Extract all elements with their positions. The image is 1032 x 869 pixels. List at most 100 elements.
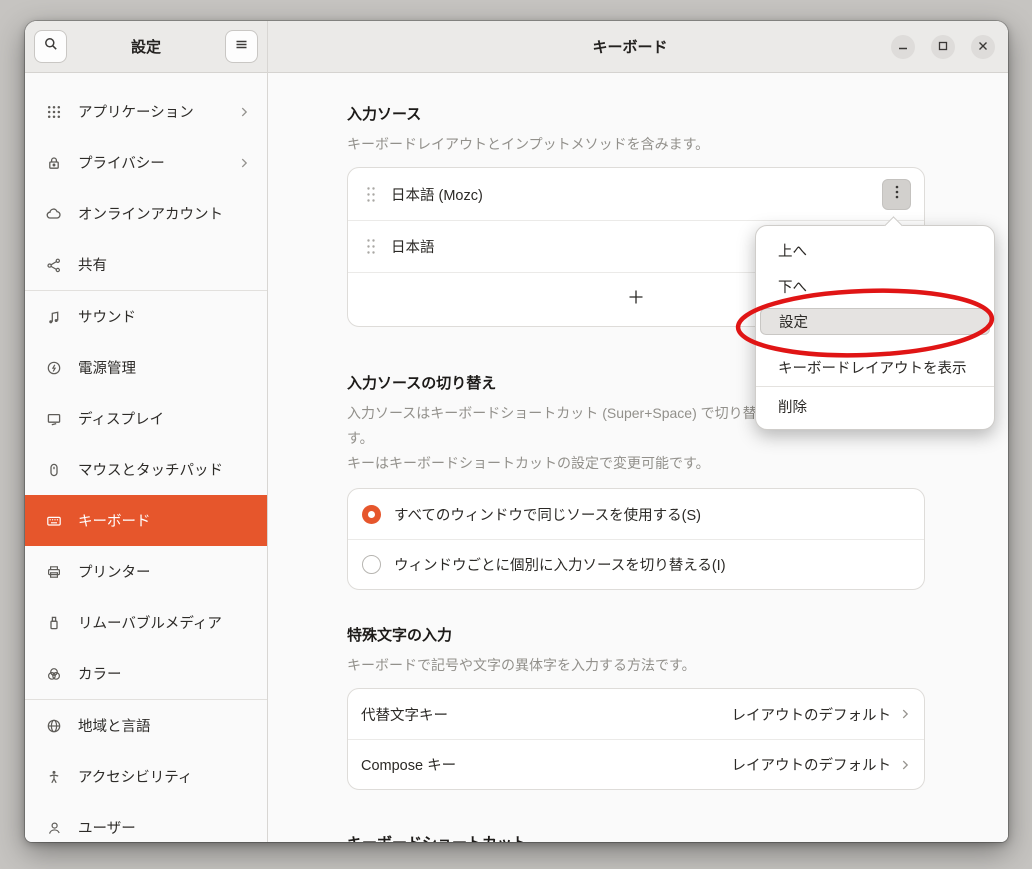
- drag-handle-icon[interactable]: [366, 186, 376, 203]
- row-value: レイアウトのデフォルト: [732, 754, 892, 775]
- hamburger-menu-icon: [234, 37, 249, 57]
- radio-option-label: すべてのウィンドウで同じソースを使用する(S): [394, 504, 701, 525]
- power-icon: [46, 359, 63, 376]
- close-icon: [978, 38, 988, 56]
- sidebar-item-display[interactable]: ディスプレイ: [25, 393, 267, 444]
- sidebar-title: 設定: [67, 36, 225, 57]
- search-icon: [43, 36, 59, 57]
- window-controls: [891, 35, 995, 59]
- sidebar-item-sharing[interactable]: 共有: [25, 239, 267, 290]
- menu-item-view-layout[interactable]: キーボードレイアウトを表示: [756, 348, 994, 386]
- sidebar-item-label: オンラインアカウント: [78, 203, 251, 224]
- radio-option-label: ウィンドウごとに個別に入力ソースを切り替える(I): [394, 554, 726, 575]
- chevron-right-icon: [237, 105, 251, 119]
- shortcuts-heading: キーボードショートカット: [347, 834, 925, 842]
- menu-item-move-down[interactable]: 下へ: [756, 268, 994, 304]
- settings-window: 設定 アプリケーション プライバシー オンラインアカウント: [25, 21, 1008, 842]
- more-options-button[interactable]: [882, 179, 911, 210]
- sidebar-item-online-accounts[interactable]: オンラインアカウント: [25, 188, 267, 239]
- sidebar-item-label: アプリケーション: [78, 101, 237, 122]
- close-button[interactable]: [971, 35, 995, 59]
- sidebar-item-power[interactable]: 電源管理: [25, 342, 267, 393]
- color-profile-icon: [46, 665, 63, 682]
- sidebar-item-label: キーボード: [78, 510, 251, 531]
- sidebar-item-label: アクセシビリティ: [78, 766, 251, 787]
- sidebar-item-printers[interactable]: プリンター: [25, 546, 267, 597]
- sidebar-item-privacy[interactable]: プライバシー: [25, 137, 267, 188]
- share-icon: [46, 256, 63, 273]
- maximize-icon: [938, 38, 948, 56]
- drag-handle-icon[interactable]: [366, 238, 376, 255]
- sidebar-item-label: リムーバブルメディア: [78, 612, 251, 633]
- sidebar-item-label: マウスとタッチパッド: [78, 459, 251, 480]
- sidebar-item-region-language[interactable]: 地域と言語: [25, 700, 267, 751]
- sidebar-item-label: 電源管理: [78, 357, 251, 378]
- sidebar-item-accessibility[interactable]: アクセシビリティ: [25, 751, 267, 802]
- sidebar-item-sound[interactable]: サウンド: [25, 291, 267, 342]
- sidebar-item-applications[interactable]: アプリケーション: [25, 86, 267, 137]
- input-sources-subtitle: キーボードレイアウトとインプットメソッドを含みます。: [347, 134, 925, 154]
- keyboard-icon: [46, 512, 63, 529]
- main-panel: キーボード 入力ソース キーボードレイアウトとインプットメソッドを含みます。 日…: [268, 21, 1008, 842]
- mouse-icon: [46, 461, 63, 478]
- sidebar-item-label: カラー: [78, 663, 251, 684]
- chevron-right-icon: [898, 758, 912, 772]
- printer-icon: [46, 563, 63, 580]
- sidebar-item-label: サウンド: [78, 306, 251, 327]
- row-label: Compose キー: [361, 754, 732, 775]
- input-source-context-menu: 上へ 下へ 設定 キーボードレイアウトを表示 削除: [755, 225, 995, 430]
- sidebar-item-label: 共有: [78, 254, 251, 275]
- sidebar-item-label: ユーザー: [78, 817, 251, 838]
- sidebar-item-label: ディスプレイ: [78, 408, 251, 429]
- chevron-right-icon: [237, 156, 251, 170]
- sidebar-item-label: 地域と言語: [78, 715, 251, 736]
- sidebar-nav: アプリケーション プライバシー オンラインアカウント 共有 サウンド: [25, 73, 267, 842]
- switching-description-line: キーはキーボードショートカットの設定で変更可能です。: [347, 451, 925, 476]
- menu-item-move-up[interactable]: 上へ: [756, 232, 994, 268]
- input-source-row[interactable]: 日本語 (Mozc): [348, 168, 924, 220]
- kebab-menu-icon: [895, 185, 899, 203]
- sidebar-item-label: プリンター: [78, 561, 251, 582]
- input-sources-heading: 入力ソース: [347, 105, 925, 125]
- main-header: キーボード: [268, 21, 1008, 73]
- app-grid-icon: [46, 103, 63, 120]
- sidebar-item-mouse[interactable]: マウスとタッチパッド: [25, 444, 267, 495]
- menu-item-preferences[interactable]: 設定: [760, 308, 990, 335]
- special-chars-card: 代替文字キー レイアウトのデフォルト Compose キー レイアウトのデフォル…: [347, 688, 925, 790]
- row-label: 代替文字キー: [361, 704, 732, 725]
- special-chars-heading: 特殊文字の入力: [347, 626, 925, 646]
- sidebar-item-color[interactable]: カラー: [25, 648, 267, 699]
- alternate-characters-key-row[interactable]: 代替文字キー レイアウトのデフォルト: [348, 689, 924, 739]
- radio-selected-icon[interactable]: [362, 505, 381, 524]
- display-icon: [46, 410, 63, 427]
- search-button[interactable]: [34, 30, 67, 63]
- sidebar-item-users[interactable]: ユーザー: [25, 802, 267, 842]
- main-menu-button[interactable]: [225, 30, 258, 63]
- chevron-right-icon: [898, 707, 912, 721]
- globe-icon: [46, 717, 63, 734]
- sidebar-item-keyboard[interactable]: キーボード: [25, 495, 267, 546]
- sidebar-item-label: プライバシー: [78, 152, 237, 173]
- page-title: キーボード: [281, 36, 891, 57]
- switching-options-card: すべてのウィンドウで同じソースを使用する(S) ウィンドウごとに個別に入力ソース…: [347, 488, 925, 590]
- cloud-icon: [46, 205, 63, 222]
- music-note-icon: [46, 308, 63, 325]
- maximize-button[interactable]: [931, 35, 955, 59]
- radio-unselected-icon[interactable]: [362, 555, 381, 574]
- minimize-icon: [898, 38, 908, 56]
- lock-icon: [46, 154, 63, 171]
- accessibility-icon: [46, 768, 63, 785]
- compose-key-row[interactable]: Compose キー レイアウトのデフォルト: [348, 739, 924, 789]
- minimize-button[interactable]: [891, 35, 915, 59]
- radio-option-per-window[interactable]: ウィンドウごとに個別に入力ソースを切り替える(I): [348, 539, 924, 589]
- input-source-label: 日本語 (Mozc): [391, 184, 882, 205]
- special-chars-subtitle: キーボードで記号や文字の異体字を入力する方法です。: [347, 655, 925, 675]
- sidebar-header: 設定: [25, 21, 267, 73]
- sidebar: 設定 アプリケーション プライバシー オンラインアカウント: [25, 21, 268, 842]
- plus-icon: [628, 289, 644, 310]
- radio-option-same-source[interactable]: すべてのウィンドウで同じソースを使用する(S): [348, 489, 924, 539]
- sidebar-item-removable-media[interactable]: リムーバブルメディア: [25, 597, 267, 648]
- removable-media-icon: [46, 614, 63, 631]
- main-content: 入力ソース キーボードレイアウトとインプットメソッドを含みます。 日本語 (Mo…: [268, 73, 1008, 842]
- menu-item-remove[interactable]: 削除: [756, 387, 994, 425]
